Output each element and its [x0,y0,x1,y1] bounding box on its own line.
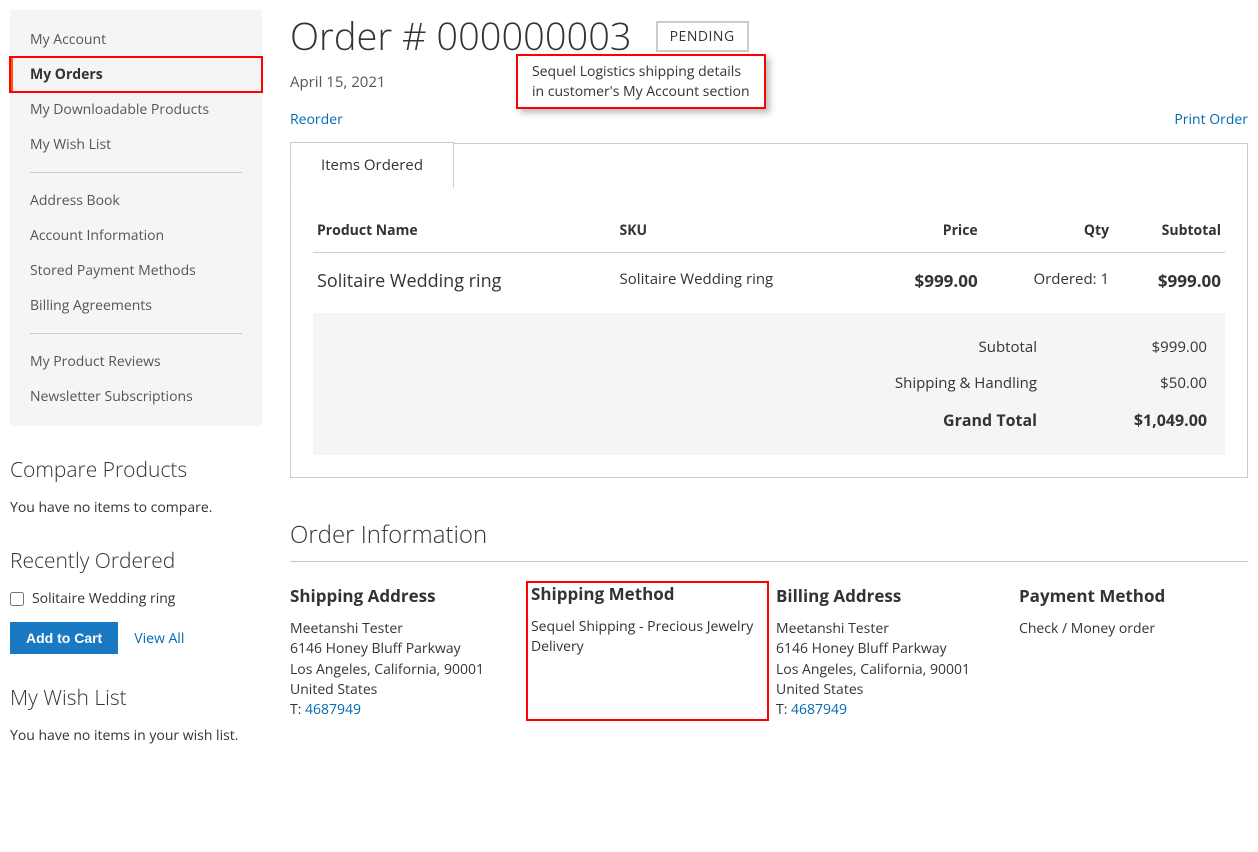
sidebar-item-billing-agreements[interactable]: Billing Agreements [10,288,262,323]
tab-items-ordered[interactable]: Items Ordered [290,142,454,188]
payment-method-text: Check / Money order [1019,619,1248,639]
bill-phone-link[interactable]: 4687949 [791,700,847,719]
compare-products-block: Compare Products You have no items to co… [10,456,262,517]
table-row: Solitaire Wedding ring Solitaire Wedding… [313,253,1225,314]
shipping-method-title: Shipping Method [531,582,762,605]
bill-city: Los Angeles, California, 90001 [776,660,970,679]
col-subtotal: Subtotal [1113,211,1225,253]
sidebar-item-my-account[interactable]: My Account [10,22,262,57]
shipping-label: Shipping & Handling [877,373,1037,393]
items-table: Product Name SKU Price Qty Subtotal Soli… [313,211,1225,313]
recent-item-label: Solitaire Wedding ring [32,589,175,608]
bill-country: United States [776,680,863,699]
payment-method-block: Payment Method Check / Money order [1019,584,1248,720]
totals-block: Subtotal $999.00 Shipping & Handling $50… [313,313,1225,455]
ship-phone-link[interactable]: 4687949 [305,700,361,719]
subtotal-value: $999.00 [1117,337,1207,357]
print-order-link[interactable]: Print Order [1174,110,1248,129]
item-name: Solitaire Wedding ring [313,253,616,314]
sidebar-item-account-info[interactable]: Account Information [10,218,262,253]
callout-line1: Sequel Logistics shipping details [532,62,750,82]
annotation-callout: Sequel Logistics shipping details in cus… [516,54,766,109]
order-date: April 15, 2021 [290,72,1248,92]
wishlist-empty-text: You have no items in your wish list. [10,726,262,745]
grand-total-value: $1,049.00 [1117,409,1207,431]
item-subtotal: $999.00 [1113,253,1225,314]
status-badge: PENDING [656,21,749,52]
callout-line2: in customer's My Account section [532,82,750,102]
grand-total-label: Grand Total [877,409,1037,431]
sidebar-divider [30,333,242,334]
order-info-heading: Order Information [290,518,1248,562]
col-sku: SKU [616,211,870,253]
item-qty: Ordered: 1 [982,253,1113,314]
recently-ordered-block: Recently Ordered Solitaire Wedding ring … [10,547,262,654]
wishlist-block: My Wish List You have no items in your w… [10,684,262,745]
shipping-method-block: Shipping Method Sequel Shipping - Precio… [527,582,768,720]
recent-item-checkbox[interactable] [10,592,24,606]
ship-country: United States [290,680,377,699]
col-qty: Qty [982,211,1113,253]
add-to-cart-button[interactable]: Add to Cart [10,622,118,654]
sidebar-item-downloadable[interactable]: My Downloadable Products [10,92,262,127]
item-sku: Solitaire Wedding ring [616,253,870,314]
item-price: $999.00 [870,253,982,314]
ship-city: Los Angeles, California, 90001 [290,660,484,679]
subtotal-label: Subtotal [877,337,1037,357]
sidebar-item-newsletter[interactable]: Newsletter Subscriptions [10,379,262,414]
billing-address-title: Billing Address [776,584,1005,607]
billing-address-block: Billing Address Meetanshi Tester 6146 Ho… [776,584,1005,720]
sidebar-item-stored-payment[interactable]: Stored Payment Methods [10,253,262,288]
sidebar-item-product-reviews[interactable]: My Product Reviews [10,344,262,379]
col-product-name: Product Name [313,211,616,253]
reorder-link[interactable]: Reorder [290,110,343,129]
compare-heading: Compare Products [10,456,262,484]
view-all-link[interactable]: View All [134,629,184,648]
shipping-value: $50.00 [1117,373,1207,393]
sidebar-divider [30,172,242,173]
items-ordered-card: Items Ordered Product Name SKU Price Qty… [290,143,1248,478]
shipping-address-block: Shipping Address Meetanshi Tester 6146 H… [290,584,519,720]
account-nav: My Account My Orders My Downloadable Pro… [10,10,262,426]
ship-phone-prefix: T: [290,700,305,719]
col-price: Price [870,211,982,253]
sidebar-item-my-orders[interactable]: My Orders [10,57,262,92]
wishlist-heading: My Wish List [10,684,262,712]
shipping-method-text: Sequel Shipping - Precious Jewelry Deliv… [531,617,762,658]
bill-phone-prefix: T: [776,700,791,719]
shipping-address-title: Shipping Address [290,584,519,607]
payment-method-title: Payment Method [1019,584,1248,607]
ship-name: Meetanshi Tester [290,619,403,638]
sidebar-item-wishlist[interactable]: My Wish List [10,127,262,162]
sidebar-item-address-book[interactable]: Address Book [10,183,262,218]
bill-name: Meetanshi Tester [776,619,889,638]
compare-empty-text: You have no items to compare. [10,498,262,517]
ship-street: 6146 Honey Bluff Parkway [290,639,461,658]
bill-street: 6146 Honey Bluff Parkway [776,639,947,658]
recent-heading: Recently Ordered [10,547,262,575]
